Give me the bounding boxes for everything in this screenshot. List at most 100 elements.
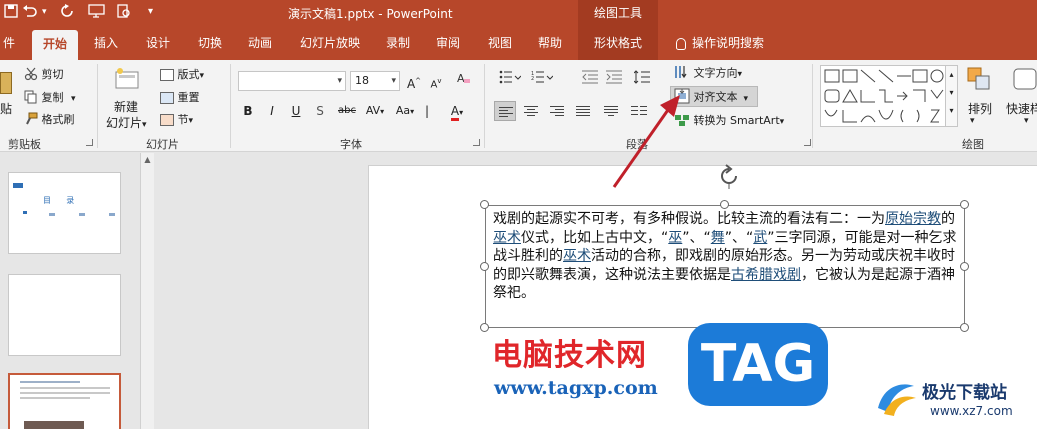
quick-styles-button[interactable]: 快速样: [1006, 100, 1037, 117]
resize-handle-l[interactable]: [480, 262, 489, 271]
watermark-cn-text: 电脑技术网: [492, 338, 647, 373]
font-size-dropdown-icon[interactable]: ▾: [391, 72, 396, 90]
quick-styles-dropdown-icon[interactable]: ▾: [1024, 116, 1029, 126]
lightbulb-icon: [675, 37, 686, 50]
font-name-combo[interactable]: ▾: [238, 71, 346, 91]
link-greek-drama[interactable]: 古希腊戏剧: [731, 267, 801, 283]
new-slide-button[interactable]: 幻灯片▾: [106, 114, 147, 131]
link-witchcraft-2[interactable]: 巫术: [563, 248, 591, 264]
undo-icon[interactable]: [22, 4, 38, 22]
undo-dropdown-icon[interactable]: ▾: [42, 7, 47, 17]
character-spacing-icon[interactable]: AV▾: [362, 101, 388, 121]
increase-font-size-icon[interactable]: A^: [404, 71, 424, 91]
tab-help[interactable]: 帮助: [530, 26, 570, 60]
tab-review[interactable]: 审阅: [428, 26, 468, 60]
clear-formatting-icon[interactable]: A: [454, 71, 474, 91]
decrease-indent-icon[interactable]: [580, 70, 600, 90]
save-icon[interactable]: [4, 4, 18, 22]
tab-home[interactable]: 开始: [32, 30, 78, 60]
gallery-up-icon[interactable]: ▴: [946, 66, 957, 84]
decrease-font-size-icon[interactable]: Av: [426, 71, 446, 91]
font-group-label: 字体: [340, 138, 362, 151]
increase-indent-icon[interactable]: [604, 70, 624, 90]
slide-thumbnail-3[interactable]: [8, 373, 121, 429]
watermark-site-url: www.xz7.com: [930, 404, 1013, 418]
slide-body-text[interactable]: 戏剧的起源实不可考，有多种假说。比较主流的看法有二：一为原始宗教的巫术仪式，比如…: [493, 210, 963, 303]
link-wu-dance[interactable]: 舞: [711, 230, 725, 246]
paragraph-launcher-icon[interactable]: [804, 139, 811, 146]
layout-button[interactable]: 版式▾: [160, 66, 204, 82]
convert-smartart-button[interactable]: 转换为 SmartArt▾: [674, 112, 784, 130]
scroll-up-icon[interactable]: ▲: [141, 155, 154, 164]
gallery-more-icon[interactable]: ▾: [946, 102, 957, 120]
quick-styles-icon[interactable]: [1012, 66, 1037, 95]
font-dropdown-sep: |: [424, 104, 430, 118]
clipboard-launcher-icon[interactable]: [86, 139, 93, 146]
shapes-gallery-scroll[interactable]: ▴ ▾ ▾: [946, 65, 958, 127]
tab-record[interactable]: 录制: [378, 26, 418, 60]
tab-insert[interactable]: 插入: [86, 26, 126, 60]
font-name-dropdown-icon[interactable]: ▾: [337, 72, 342, 90]
resize-handle-tl[interactable]: [480, 200, 489, 209]
underline-button[interactable]: U: [286, 101, 306, 121]
font-size-combo[interactable]: 18 ▾: [350, 71, 400, 91]
gallery-down-icon[interactable]: ▾: [946, 84, 957, 102]
font-launcher-icon[interactable]: [473, 139, 480, 146]
tab-transitions[interactable]: 切换: [190, 26, 230, 60]
print-preview-icon[interactable]: [116, 4, 132, 22]
resize-handle-tr[interactable]: [960, 200, 969, 209]
link-witchcraft[interactable]: 巫术: [493, 230, 521, 246]
new-slide-label-1[interactable]: 新建: [114, 98, 138, 115]
arrange-icon[interactable]: [966, 66, 992, 95]
rotate-handle-icon[interactable]: [716, 163, 742, 192]
font-color-button[interactable]: A▾: [444, 101, 470, 121]
link-wu-martial[interactable]: 武: [753, 230, 767, 246]
thumbnail-scrollbar[interactable]: ▲: [140, 153, 154, 429]
copy-button[interactable]: 复制 ▾: [24, 89, 76, 107]
reset-button[interactable]: 重置: [160, 89, 200, 105]
line-spacing-icon[interactable]: [632, 70, 658, 90]
tab-design[interactable]: 设计: [138, 26, 178, 60]
redo-icon[interactable]: [60, 4, 74, 22]
tell-me-search[interactable]: 操作说明搜索: [664, 26, 776, 60]
section-button[interactable]: 节▾: [160, 111, 193, 127]
arrange-button[interactable]: 排列: [968, 100, 992, 117]
tab-view[interactable]: 视图: [480, 26, 520, 60]
resize-handle-t[interactable]: [720, 200, 729, 209]
cut-button[interactable]: 剪切: [24, 66, 64, 84]
reset-icon: [160, 92, 174, 104]
align-right-button[interactable]: [546, 101, 568, 121]
separator: [484, 64, 485, 148]
text-direction-button[interactable]: 文字方向▾: [674, 64, 742, 83]
tab-file[interactable]: 件: [0, 26, 18, 60]
align-left-button[interactable]: [494, 101, 516, 121]
tab-slideshow[interactable]: 幻灯片放映: [292, 26, 368, 60]
link-original-religion[interactable]: 原始宗教: [885, 211, 941, 227]
link-wu-witch[interactable]: 巫: [668, 230, 682, 246]
resize-handle-br[interactable]: [960, 323, 969, 332]
drawing-group-label: 绘图: [962, 138, 984, 151]
bullets-icon[interactable]: [496, 70, 524, 90]
paste-button[interactable]: [0, 72, 12, 94]
italic-button[interactable]: I: [262, 101, 282, 121]
resize-handle-bl[interactable]: [480, 323, 489, 332]
strikethrough-button[interactable]: abc: [334, 101, 360, 121]
shapes-gallery[interactable]: [820, 65, 946, 127]
from-beginning-icon[interactable]: [88, 4, 106, 22]
format-painter-button[interactable]: 格式刷: [24, 111, 75, 129]
paste-label: 贴: [0, 102, 13, 116]
align-center-button[interactable]: [520, 101, 542, 121]
bold-button[interactable]: B: [238, 101, 258, 121]
copy-dropdown-icon[interactable]: ▾: [71, 94, 76, 104]
new-slide-icon[interactable]: [114, 66, 142, 95]
text-shadow-button[interactable]: S: [310, 101, 330, 121]
numbering-icon[interactable]: 12: [528, 70, 556, 90]
customize-qat-icon[interactable]: ▾: [148, 6, 153, 17]
justify-button[interactable]: [572, 101, 594, 121]
tab-shape-format[interactable]: 形状格式: [578, 26, 658, 60]
change-case-icon[interactable]: Aa▾: [392, 101, 418, 121]
arrange-dropdown-icon[interactable]: ▾: [970, 116, 975, 126]
tab-animations[interactable]: 动画: [240, 26, 280, 60]
slide-thumbnail-2[interactable]: [8, 274, 121, 356]
slide-thumbnail-1[interactable]: 目 录: [8, 172, 121, 254]
